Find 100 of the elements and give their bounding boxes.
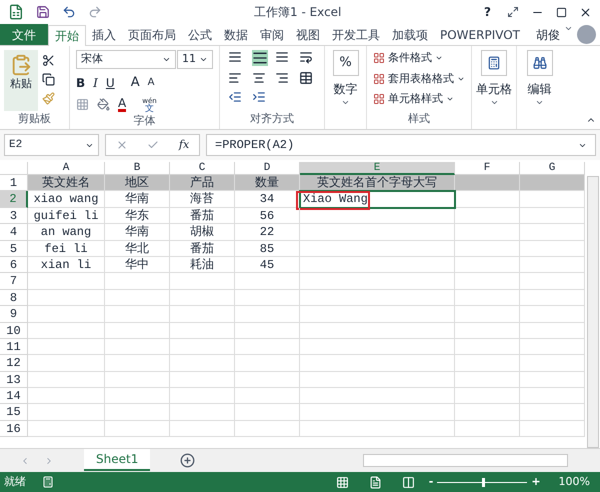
row-header[interactable]: 3 [0,208,28,224]
table-style-icon [373,72,385,85]
fill-color-icon[interactable] [97,98,110,111]
group-label: 字体 [132,112,156,128]
merge-cells-icon[interactable] [298,71,312,85]
bold-button[interactable]: B [76,74,86,92]
middle-align-icon[interactable] [252,50,268,66]
page-layout-icon[interactable] [368,476,382,488]
add-sheet-icon[interactable] [180,453,196,468]
row-header[interactable]: 6 [0,256,28,274]
horizontal-scrollbar[interactable] [363,454,568,467]
ribbon-tab[interactable]: 开发工具 [326,24,386,45]
sheet-tab[interactable]: Sheet1 [84,449,150,471]
clipboard-icon [10,54,32,76]
page-break-icon[interactable] [402,476,415,488]
ribbon-display-icon[interactable] [507,6,519,18]
vertical-scrollbar[interactable] [587,176,599,448]
underline-button[interactable]: U [106,74,115,92]
ribbon-tab[interactable]: POWERPIVOT [434,24,526,45]
ribbon-tab[interactable]: 视图 [290,24,326,45]
zoom-slider[interactable] [437,478,528,486]
caret-icon[interactable] [535,98,544,107]
close-icon[interactable] [579,6,592,18]
enter-icon[interactable] [147,139,160,151]
table-cell: 海苔 [170,191,235,208]
cancel-icon[interactable] [116,139,128,151]
zoom-out-button[interactable]: - [428,474,434,490]
column-header[interactable]: C [170,162,235,175]
name-box[interactable]: E2 [4,134,99,156]
copy-icon[interactable] [42,73,55,86]
caret-icon[interactable] [564,24,573,33]
column-header[interactable]: E [300,162,455,175]
caret-icon[interactable] [199,55,208,64]
align-center-icon[interactable] [252,71,266,85]
table-cell: 英文姓名 [28,175,105,192]
shrink-font-button[interactable]: A [148,75,154,90]
ribbon-tab[interactable]: 数据 [218,24,254,45]
table-cell: 番茄 [170,208,235,224]
spreadsheet-app-icon [8,4,24,20]
font-color-button[interactable]: A [118,97,126,112]
font-size-field[interactable]: 11 [177,50,213,69]
normal-view-icon[interactable] [336,476,349,488]
table-cell: 华南 [105,191,170,208]
scissors-icon[interactable] [42,54,55,67]
undo-icon[interactable] [62,5,76,19]
column-header[interactable]: A [28,162,105,175]
ribbon-tab[interactable]: 审阅 [254,24,290,45]
status-text: 就绪 [4,474,26,490]
column-header[interactable]: D [235,162,300,175]
table-cell: Xiao Wang [300,191,455,208]
grow-font-button[interactable]: A [130,73,140,92]
column-header[interactable]: G [520,162,585,175]
ribbon-tab[interactable]: 文件 [0,24,48,45]
bottom-align-icon[interactable] [275,50,289,64]
binoculars-icon [532,56,546,70]
border-icon[interactable] [76,98,89,111]
ribbon-tab[interactable]: 页面布局 [122,24,182,45]
style-menu-button[interactable]: 套用表格格式 [373,70,465,87]
decrease-indent-icon[interactable] [228,90,242,104]
zoom-level[interactable]: 100% [558,474,590,490]
italic-button[interactable]: I [93,74,98,92]
wrap-text-icon[interactable] [298,50,312,64]
font-name-field[interactable]: 宋体 [76,50,176,69]
formula-field[interactable]: =PROPER(A2) [206,134,596,156]
style-menu-button[interactable]: 单元格样式 [373,91,465,108]
format-painter-icon[interactable] [42,92,55,105]
ribbon-tab[interactable]: 公式 [182,24,218,45]
row-header[interactable]: 5 [0,240,28,257]
increase-indent-icon[interactable] [252,90,266,104]
maximize-icon[interactable] [556,6,567,18]
save-icon[interactable] [36,5,50,19]
table-cell: 华东 [105,208,170,224]
top-align-icon[interactable] [228,50,242,64]
group-label: 样式 [407,110,431,126]
caret-icon[interactable] [341,98,350,107]
zoom-thumb[interactable] [482,478,486,486]
table-cell: 胡椒 [170,224,235,241]
align-left-icon[interactable] [228,71,242,85]
user-name[interactable]: 胡俊 [536,24,560,45]
group-label: 剪贴板 [17,110,52,126]
align-right-icon[interactable] [275,71,289,85]
select-all-corner[interactable] [0,162,28,175]
zoom-in-button[interactable]: + [531,474,541,490]
style-menu-button[interactable]: 条件格式 [373,50,465,66]
insert-function-button[interactable]: fx [178,136,190,154]
caret-icon[interactable] [490,98,498,107]
row-header[interactable]: 2 [0,191,28,208]
ribbon-tab[interactable]: 开始 [48,25,86,46]
column-header[interactable]: F [455,162,520,175]
cells-button[interactable]: 单元格 [476,50,512,98]
ribbon-tab[interactable]: 插入 [86,24,122,45]
table-cell: an wang [28,224,105,241]
help-button[interactable]: ? [480,3,495,21]
paste-button[interactable]: 粘贴 [4,50,38,110]
row-header[interactable]: 4 [0,224,28,241]
caret-icon[interactable] [162,55,171,64]
ribbon-tab[interactable]: 加载项 [386,24,434,45]
redo-icon[interactable] [88,5,102,19]
table-cell: 数量 [235,175,300,192]
column-header[interactable]: B [105,162,170,175]
